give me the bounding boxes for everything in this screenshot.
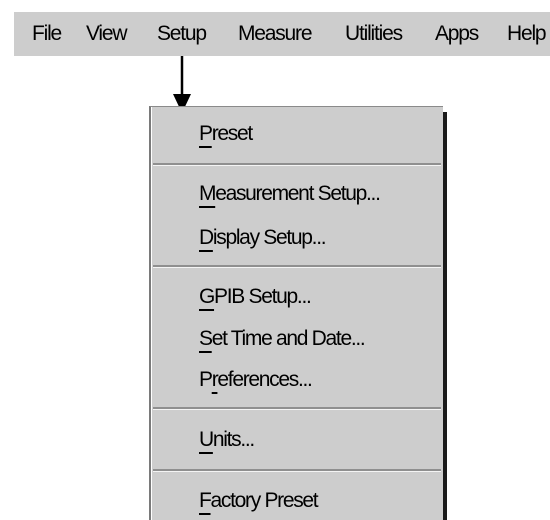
menu-item-factory-preset[interactable]: Factory Preset (199, 488, 319, 514)
mnemonic-letter: G (199, 285, 215, 308)
menu-item-label: easurement Setup... (215, 182, 381, 205)
setup-dropdown-menu: Preset Measurement Setup... Display Setu… (149, 106, 443, 520)
menu-item-preferences[interactable]: Preferences... (199, 367, 313, 393)
menu-item-preset[interactable]: Preset (199, 121, 253, 147)
dropdown-shadow (443, 112, 447, 520)
mnemonic-letter: M (199, 182, 217, 205)
menu-item-units[interactable]: Units... (199, 427, 255, 453)
menu-separator (153, 469, 441, 472)
menu-item-display-setup[interactable]: Display Setup... (199, 225, 327, 251)
menu-view[interactable]: View (86, 21, 128, 47)
menu-separator (153, 265, 441, 268)
menu-bar: File View Setup Measure Utilities Apps H… (14, 12, 550, 56)
menu-item-label-prefix: P (199, 368, 213, 391)
menu-file[interactable]: File (32, 21, 62, 47)
mnemonic-letter: S (199, 327, 213, 350)
menu-item-label: et Time and Date... (211, 327, 366, 350)
mnemonic-letter: D (199, 226, 214, 249)
menu-apps[interactable]: Apps (435, 21, 479, 47)
menu-utilities[interactable]: Utilities (345, 21, 403, 47)
menu-item-label: nits... (212, 428, 255, 451)
menu-help[interactable]: Help (507, 21, 547, 47)
menu-separator (153, 407, 441, 410)
menu-separator (153, 163, 441, 166)
menu-item-label: actory Preset (210, 489, 319, 512)
mnemonic-letter: F (199, 489, 212, 512)
menu-setup[interactable]: Setup (157, 21, 207, 47)
screenshot-stage: File View Setup Measure Utilities Apps H… (0, 0, 550, 520)
menu-item-gpib-setup[interactable]: GPIB Setup... (199, 284, 312, 310)
mnemonic-letter: P (199, 122, 213, 145)
menu-item-label: eferences... (217, 368, 312, 391)
menu-item-label: PIB Setup... (214, 285, 312, 308)
menu-item-label: reset (211, 122, 253, 145)
mnemonic-letter: U (199, 428, 214, 451)
menu-item-measurement-setup[interactable]: Measurement Setup... (199, 181, 381, 207)
menu-item-label: isplay Setup... (212, 226, 327, 249)
menu-item-set-time-and-date[interactable]: Set Time and Date... (199, 326, 366, 352)
menu-measure[interactable]: Measure (238, 21, 313, 47)
